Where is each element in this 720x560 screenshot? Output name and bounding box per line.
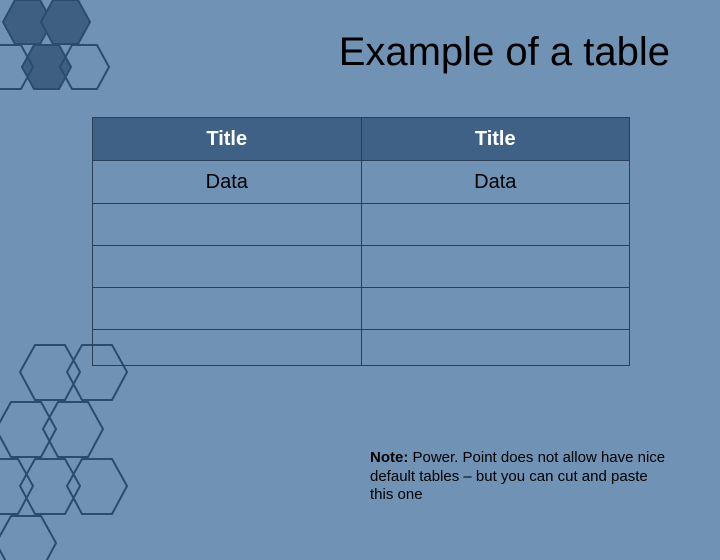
table-cell <box>361 204 630 246</box>
table-row <box>93 246 630 288</box>
hex-decor-top <box>0 0 125 120</box>
note-body: Power. Point does not allow have nice de… <box>370 449 665 504</box>
table-cell <box>361 330 630 366</box>
table-row: Data Data <box>93 161 630 204</box>
table-cell: Data <box>361 161 630 204</box>
table-row <box>93 330 630 366</box>
table-cell <box>361 288 630 330</box>
table-cell <box>93 288 362 330</box>
table-cell <box>93 204 362 246</box>
example-table: Title Title Data Data <box>92 117 630 366</box>
table-row <box>93 288 630 330</box>
table-header-cell: Title <box>361 118 630 161</box>
slide-title: Example of a table <box>339 30 670 75</box>
table-row <box>93 204 630 246</box>
table-cell <box>93 246 362 288</box>
table-header-cell: Title <box>93 118 362 161</box>
table-cell <box>93 330 362 366</box>
table-cell <box>361 246 630 288</box>
note-label: Note: <box>370 449 408 466</box>
table-cell: Data <box>93 161 362 204</box>
table-header-row: Title Title <box>93 118 630 161</box>
note-text: Note: Power. Point does not allow have n… <box>370 449 670 505</box>
